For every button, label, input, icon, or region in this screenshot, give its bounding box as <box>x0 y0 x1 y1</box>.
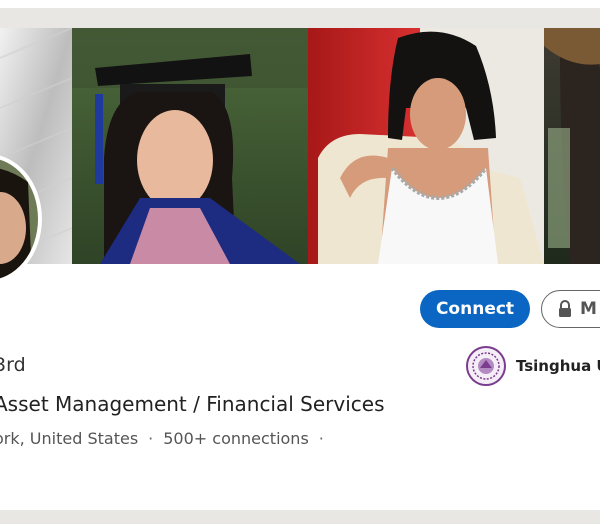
connection-degree-badge: 3rd <box>0 354 26 376</box>
university-seal-icon <box>466 346 506 386</box>
profile-card: Connect M Tsinghua U 3rd Asset Managemen… <box>0 28 600 510</box>
education-entry[interactable]: Tsinghua U <box>466 346 600 386</box>
profile-location: ork, United States <box>0 429 139 448</box>
profile-headline: Asset Management / Financial Services <box>0 392 385 416</box>
school-name: Tsinghua U <box>516 357 600 375</box>
more-button-label: M <box>580 299 597 319</box>
profile-banner <box>0 28 600 264</box>
profile-meta: ork, United States · 500+ connections · <box>0 429 324 448</box>
meta-separator: · <box>148 429 154 448</box>
connect-button[interactable]: Connect <box>420 290 530 328</box>
lock-icon <box>559 300 571 317</box>
more-button[interactable]: M <box>541 290 600 328</box>
meta-separator-trailing: · <box>318 429 324 448</box>
top-strip <box>0 0 600 8</box>
banner-image <box>0 28 600 264</box>
connections-count[interactable]: 500+ connections <box>163 429 309 448</box>
